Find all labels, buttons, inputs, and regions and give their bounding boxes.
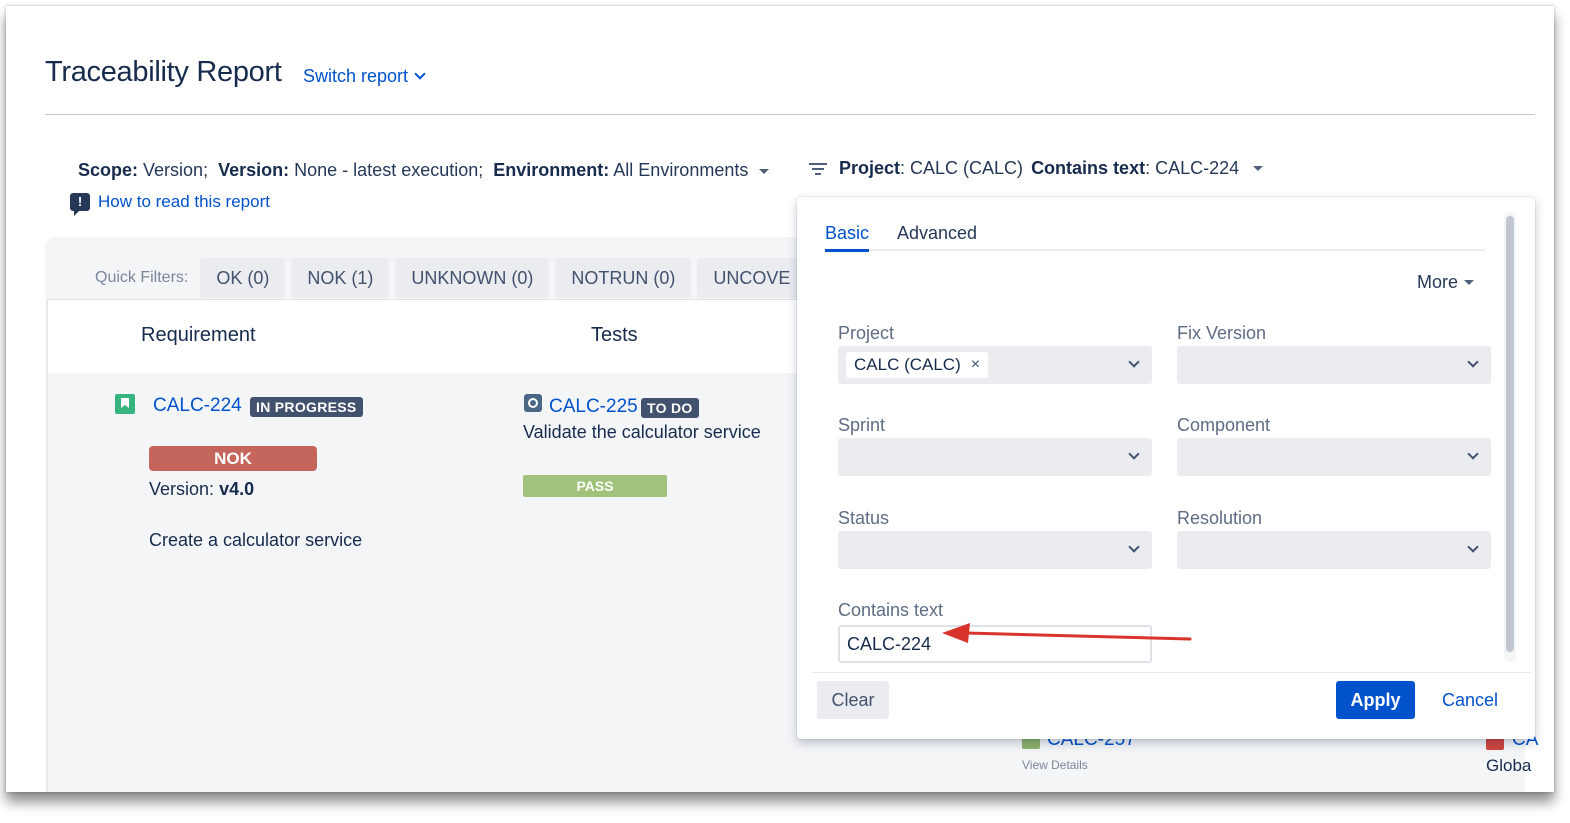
component-field-label: Component <box>1177 415 1271 435</box>
panel-scrollbar[interactable] <box>1504 212 1516 662</box>
requirement-summary: Create a calculator service <box>149 530 363 550</box>
filter-tabs: Basic Advanced <box>825 221 1485 252</box>
fix-version-select[interactable] <box>1177 346 1491 384</box>
environment-label: Environment: <box>493 160 610 180</box>
more-label: More <box>1417 272 1459 292</box>
column-header-tests: Tests <box>591 324 638 346</box>
caret-down-icon <box>1253 166 1264 171</box>
component-select[interactable] <box>1177 438 1491 476</box>
header-divider <box>45 114 1535 115</box>
issue-summary: Globa <box>1486 756 1532 775</box>
test-result-pass: PASS <box>523 475 667 497</box>
requirement-status-badge: IN PROGRESS <box>250 397 363 417</box>
fix-version-field-label: Fix Version <box>1177 323 1267 343</box>
test-summary: Validate the calculator service <box>523 422 761 442</box>
filter-project-value: : CALC (CALC) <box>900 158 1024 178</box>
project-chip-label: CALC (CALC) <box>854 355 961 374</box>
requirement-result-nok: NOK <box>149 446 317 471</box>
status-field-label: Status <box>838 508 890 528</box>
filter-project-label: Project <box>839 158 901 178</box>
help-speech-icon: ! <box>70 193 90 216</box>
panel-footer-divider <box>811 672 1531 673</box>
column-header-requirement: Requirement <box>141 324 256 346</box>
remove-icon[interactable]: × <box>971 356 980 374</box>
requirement-key-link[interactable]: CALC-224 <box>153 395 242 417</box>
view-details-link[interactable]: View Details <box>1022 758 1088 772</box>
resolution-field-label: Resolution <box>1177 508 1263 528</box>
chevron-down-icon <box>414 68 426 80</box>
caret-down-icon <box>1464 280 1475 285</box>
how-to-read-label: How to read this report <box>98 192 270 211</box>
filter-summary-toggle[interactable]: Project: CALC (CALC) Contains text: CALC… <box>809 158 1264 179</box>
scope-label: Scope: <box>78 160 139 180</box>
project-field-label: Project <box>838 323 895 343</box>
chevron-down-icon <box>1128 356 1140 368</box>
chevron-down-icon <box>1128 541 1140 553</box>
more-fields-button[interactable]: More <box>1417 272 1475 293</box>
clear-button[interactable]: Clear <box>817 681 889 719</box>
chevron-down-icon <box>1467 356 1479 368</box>
scope-summary[interactable]: Scope: Version; Version: None - latest e… <box>78 160 770 181</box>
requirement-version: Version: v4.0 <box>149 479 254 500</box>
quick-filter-notrun[interactable]: NOTRUN (0) <box>555 258 692 298</box>
how-to-read-link[interactable]: ! How to read this report <box>70 192 270 216</box>
report-window: Traceability Report Switch report Scope:… <box>6 6 1554 792</box>
quick-filters-label: Quick Filters: <box>95 269 189 286</box>
chevron-down-icon <box>1467 448 1479 460</box>
filter-contains-label: Contains text <box>1031 158 1146 178</box>
project-select[interactable]: CALC (CALC) × <box>838 346 1152 384</box>
quick-filter-uncovered[interactable]: UNCOVE <box>697 258 807 298</box>
test-icon <box>524 394 542 412</box>
contains-text-field-label: Contains text <box>838 600 944 620</box>
cancel-button[interactable]: Cancel <box>1433 681 1507 719</box>
caret-down-icon <box>759 168 770 174</box>
version-label: Version: <box>218 160 290 180</box>
chevron-down-icon <box>1128 448 1140 460</box>
filter-dropdown-panel: Basic Advanced More Project CALC (CALC) … <box>797 197 1535 739</box>
scope-value: Version; <box>143 160 209 180</box>
quick-filter-nok[interactable]: NOK (1) <box>291 258 390 298</box>
filter-icon <box>809 162 827 176</box>
apply-button[interactable]: Apply <box>1336 681 1415 719</box>
resolution-select[interactable] <box>1177 531 1491 569</box>
requirement-version-label: Version: <box>149 479 215 499</box>
table-left-border <box>47 373 48 792</box>
test-status-badge: TO DO <box>641 398 699 418</box>
quick-filter-ok[interactable]: OK (0) <box>200 258 286 298</box>
page-title: Traceability Report <box>45 56 282 88</box>
status-select[interactable] <box>838 531 1152 569</box>
contains-text-input[interactable] <box>838 625 1152 663</box>
quick-filters: Quick Filters: OK (0) NOK (1) UNKNOWN (0… <box>95 258 807 298</box>
sprint-select[interactable] <box>838 438 1152 476</box>
version-value: None - latest execution; <box>294 160 484 180</box>
test-key-link[interactable]: CALC-225 <box>549 396 638 418</box>
requirement-version-value: v4.0 <box>219 479 255 499</box>
environment-value: All Environments <box>613 160 749 180</box>
tab-advanced[interactable]: Advanced <box>897 223 977 244</box>
scrollbar-thumb[interactable] <box>1506 216 1514 652</box>
switch-report-link[interactable]: Switch report <box>303 66 426 87</box>
filter-contains-value: : CALC-224 <box>1145 158 1240 178</box>
switch-report-label: Switch report <box>303 66 409 86</box>
project-chip: CALC (CALC) × <box>846 352 989 378</box>
sprint-field-label: Sprint <box>838 415 886 435</box>
story-icon <box>115 394 135 414</box>
chevron-down-icon <box>1467 541 1479 553</box>
quick-filter-unknown[interactable]: UNKNOWN (0) <box>395 258 550 298</box>
tab-basic[interactable]: Basic <box>825 223 870 252</box>
